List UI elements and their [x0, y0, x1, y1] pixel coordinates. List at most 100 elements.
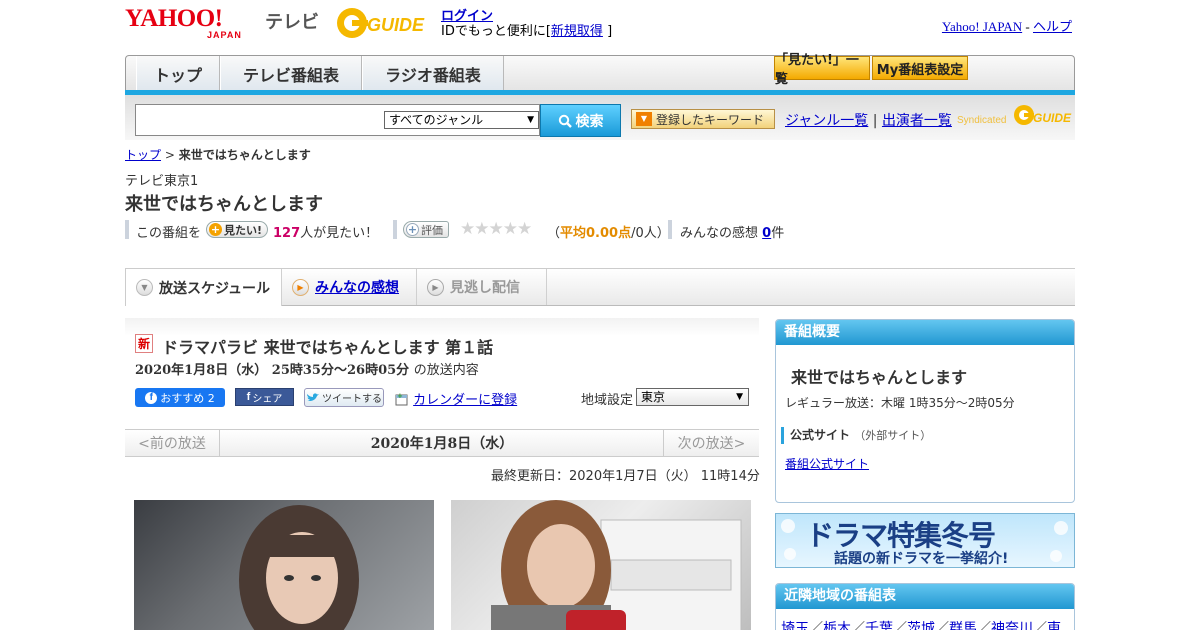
- region-label: 地域設定: [581, 393, 634, 408]
- episode-datetime-value: 2020年1月8日（水） 25時35分～26時05分: [135, 363, 410, 378]
- program-summary-heading: 番組概要: [776, 320, 1074, 345]
- plus-icon: +: [406, 223, 419, 236]
- breadcrumb-current: 来世ではちゃんとします: [178, 148, 311, 162]
- breadcrumb-top-link[interactable]: トップ: [125, 148, 161, 162]
- facebook-share-label: シェア: [252, 393, 283, 405]
- facebook-share-button[interactable]: f シェア: [235, 388, 294, 406]
- prev-broadcast-button[interactable]: <前の放送: [125, 430, 220, 456]
- chevron-down-icon: ▼: [636, 112, 652, 126]
- official-site-label: 公式サイト: [790, 428, 851, 442]
- nav-tab-tv-schedule[interactable]: テレビ番組表: [220, 56, 362, 91]
- official-site-note: （外部サイト）: [854, 429, 932, 442]
- my-schedule-button[interactable]: My番組表設定: [872, 56, 968, 80]
- region-select-value: 東京: [641, 390, 666, 404]
- drama-special-banner[interactable]: ドラマ特集冬号 話題の新ドラマを一挙紹介!: [775, 513, 1075, 568]
- signup-link[interactable]: 新規取得: [551, 24, 603, 39]
- yahoo-logo-text: YAHOO!: [125, 5, 223, 32]
- mitai-button[interactable]: + 見たい!: [206, 221, 269, 238]
- divider: [125, 220, 129, 239]
- svg-text:GUIDE: GUIDE: [1033, 111, 1072, 125]
- performer-list-link[interactable]: 出演者一覧: [882, 113, 952, 129]
- date-navigation: <前の放送 2020年1月8日（水） 次の放送>: [125, 429, 759, 457]
- program-tabs: ▼ 放送スケジュール ▶ みんなの感想 ▶ 見逃し配信: [125, 268, 1075, 306]
- facebook-icon: f: [145, 391, 158, 404]
- yahoo-logo[interactable]: YAHOO! JAPAN: [125, 6, 261, 42]
- search-links: ジャンル一覧 | 出演者一覧: [785, 110, 952, 130]
- region-select[interactable]: 東京 ▼: [636, 388, 749, 406]
- calendar-link[interactable]: カレンダーに登録: [413, 393, 517, 408]
- syndicated-gguide-logo: Syndicated GUIDE: [957, 103, 1073, 129]
- rate-button-label: 評価: [421, 223, 443, 237]
- average-score: 平均0.00点: [560, 226, 632, 241]
- comments-count-link[interactable]: 0: [762, 226, 771, 241]
- region-link[interactable]: 茨城: [907, 621, 935, 630]
- breadcrumb-separator: >: [164, 148, 175, 162]
- tab-catch-up[interactable]: ▶ 見逃し配信: [417, 269, 547, 305]
- current-broadcast-date: 2020年1月8日（水）: [370, 436, 514, 452]
- region-separator: ／: [1033, 621, 1047, 630]
- rating-count: /0人）: [631, 226, 670, 241]
- nav-tab-radio-schedule[interactable]: ラジオ番組表: [362, 56, 504, 91]
- search-links-separator: |: [872, 113, 878, 129]
- official-site-heading: 公式サイト （外部サイト）: [781, 427, 931, 444]
- region-link[interactable]: 栃木: [823, 621, 851, 630]
- play-arrow-icon: ▶: [292, 278, 309, 296]
- search-button-label: 検索: [575, 113, 604, 130]
- mitai-list-button[interactable]: 「見たい!」一覧: [774, 53, 870, 87]
- episode-photo: [451, 500, 751, 630]
- svg-text:GUIDE: GUIDE: [367, 15, 425, 35]
- nav-tab-top[interactable]: トップ: [136, 56, 220, 91]
- next-broadcast-button[interactable]: 次の放送>: [663, 430, 759, 456]
- mitai-count: 127: [273, 226, 301, 241]
- rate-button[interactable]: + 評価: [403, 221, 449, 238]
- top-links-separator: -: [1025, 19, 1030, 34]
- region-separator: ／: [977, 621, 991, 630]
- id-line: IDでもっと便利に[新規取得 ]: [441, 20, 612, 39]
- service-label: テレビ: [265, 12, 319, 33]
- top-links: Yahoo! JAPAN - ヘルプ: [942, 16, 1072, 35]
- search-button[interactable]: 検索: [540, 104, 621, 137]
- tab-broadcast-schedule[interactable]: ▼ 放送スケジュール: [125, 269, 282, 306]
- calendar-register[interactable]: + カレンダーに登録: [395, 389, 517, 408]
- comments-label: みんなの感想: [680, 226, 759, 241]
- facebook-like-label: おすすめ 2: [160, 391, 215, 405]
- episode-datetime: 2020年1月8日（水） 25時35分～26時05分 の放送内容: [135, 359, 479, 378]
- id-suffix: ]: [607, 24, 613, 39]
- mitai-count-line: 127人が見たい！: [273, 222, 378, 241]
- registered-keywords-button[interactable]: ▼ 登録したキーワード: [631, 109, 775, 129]
- program-summary-box: 番組概要: [775, 319, 1075, 503]
- new-badge: 新: [135, 334, 153, 353]
- breadcrumb: トップ > 来世ではちゃんとします: [125, 146, 311, 163]
- genre-select-value: すべてのジャンル: [389, 113, 484, 127]
- yahoo-japan-link[interactable]: Yahoo! JAPAN: [942, 19, 1022, 34]
- twitter-bird-icon: [307, 393, 319, 401]
- region-separator: ／: [935, 621, 949, 630]
- help-link[interactable]: ヘルプ: [1033, 19, 1072, 34]
- page: YAHOO! JAPAN テレビ GUIDE ログイン IDでもっと便利に[新規…: [0, 0, 1200, 630]
- channel-name: テレビ東京1: [125, 174, 199, 189]
- global-nav: トップ テレビ番組表 ラジオ番組表 「見たい!」一覧 My番組表設定: [125, 53, 1075, 91]
- this-program-label: この番組を: [136, 226, 202, 241]
- divider: [393, 220, 397, 239]
- region-link[interactable]: 群馬: [949, 621, 977, 630]
- region-separator: ／: [809, 621, 823, 630]
- tab-catch-up-label: 見逃し配信: [450, 280, 520, 296]
- rating-average-line: （平均0.00点/0人）: [547, 222, 670, 241]
- region-link[interactable]: 千葉: [865, 621, 893, 630]
- genre-select[interactable]: すべてのジャンル ▼: [384, 111, 539, 129]
- tweet-button[interactable]: ツイートする: [304, 388, 384, 407]
- chevron-down-icon: ▼: [136, 279, 153, 296]
- genre-list-link[interactable]: ジャンル一覧: [785, 113, 868, 129]
- tab-broadcast-schedule-label: 放送スケジュール: [159, 280, 271, 297]
- facebook-like-button[interactable]: f おすすめ 2: [135, 388, 225, 407]
- regular-broadcast: レギュラー放送：木曜 1時35分～2時05分: [785, 396, 1015, 410]
- region-link[interactable]: 神奈川: [991, 621, 1033, 630]
- episode-date-suffix: の放送内容: [413, 363, 479, 378]
- comments-line: みんなの感想 0件: [680, 222, 784, 241]
- region-link[interactable]: 東: [1047, 621, 1061, 630]
- region-link[interactable]: 埼玉: [781, 621, 809, 630]
- last-updated: 最終更新日：2020年1月7日（火） 11時14分: [491, 469, 760, 484]
- tab-reviews[interactable]: ▶ みんなの感想: [282, 269, 417, 305]
- official-site-link[interactable]: 番組公式サイト: [785, 455, 869, 472]
- comments-suffix: 件: [771, 226, 785, 241]
